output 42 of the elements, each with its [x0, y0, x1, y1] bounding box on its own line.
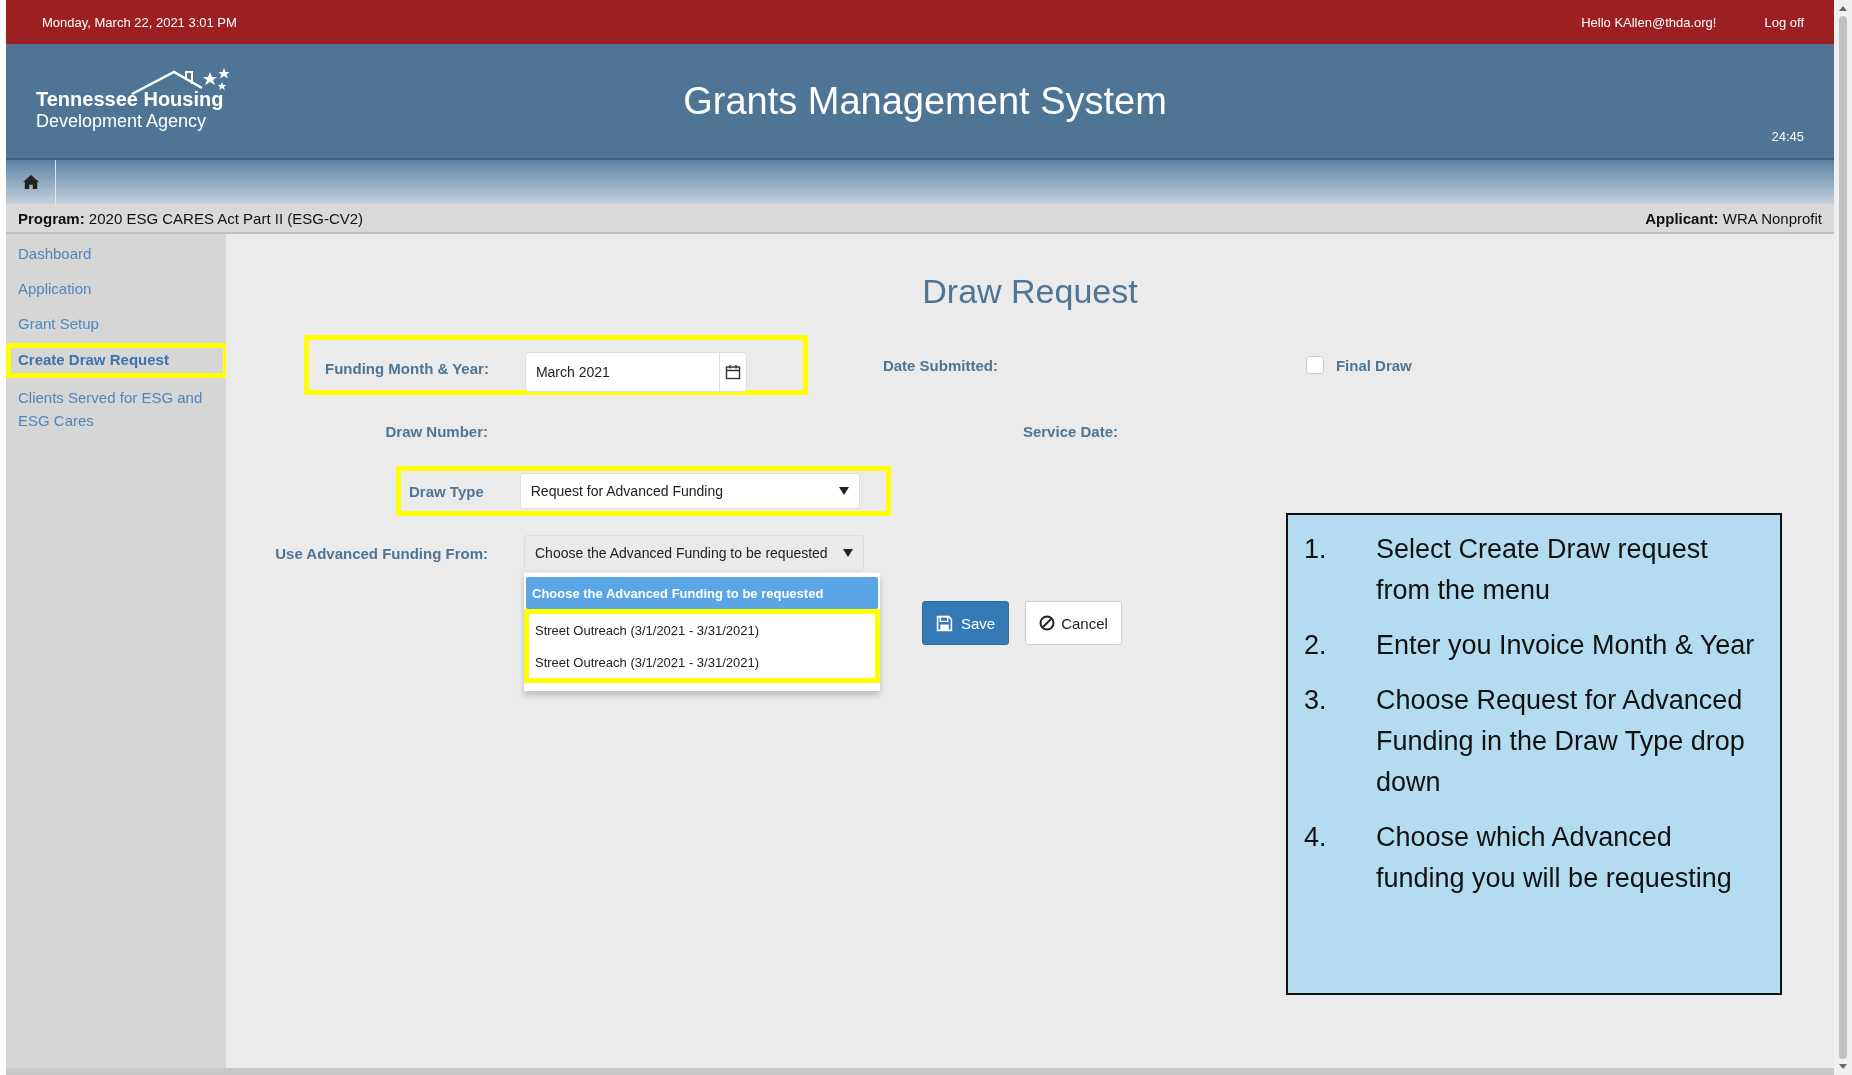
step-number: 4.	[1304, 821, 1328, 854]
step-number: 3.	[1304, 684, 1328, 717]
draw-type-select[interactable]: Request for Advanced Funding	[519, 473, 860, 509]
greeting-text: Hello KAllen@thda.org!	[1581, 14, 1717, 30]
caret-icon	[838, 487, 849, 495]
field-label: Funding Month & Year:	[325, 359, 489, 377]
calendar-icon	[724, 364, 741, 380]
step-text: Choose which Advanced funding you will be requesting	[1376, 821, 1733, 895]
cancel-icon	[1039, 615, 1056, 631]
step-number: 2.	[1304, 629, 1328, 662]
scroll-up-icon[interactable]	[1838, 4, 1848, 12]
cancel-button[interactable]: Cancel	[1025, 601, 1122, 645]
step-number: 1.	[1304, 533, 1328, 566]
checkbox-label: Final Draw	[1335, 356, 1412, 374]
scrollbar[interactable]	[1834, 0, 1852, 1075]
logo-title: Tennessee Housing	[36, 88, 224, 111]
field-label: Date Submitted:	[881, 356, 998, 374]
dropdown-option[interactable]: Street Outreach (3/1/2021 - 3/31/2021)	[529, 646, 875, 678]
program-text: Program: 2020 ESG CARES Act Part II (ESG-CV2)	[18, 209, 364, 227]
save-button[interactable]: Save	[922, 601, 1009, 645]
step-text: Enter you Invoice Month & Year	[1376, 629, 1755, 662]
field-label: Use Advanced Funding From:	[274, 545, 488, 562]
field-label: Draw Type	[409, 482, 484, 500]
step-text: Choose Request for Advanced Funding in the Draw Type drop down	[1376, 684, 1746, 799]
date-text: Monday, March 22, 2021 3:01 PM	[42, 14, 237, 30]
scroll-down-icon[interactable]	[1838, 1063, 1848, 1071]
final-draw-checkbox[interactable]	[1305, 356, 1324, 374]
dropdown-option[interactable]: Street Outreach (3/1/2021 - 3/31/2021)	[529, 614, 875, 646]
logoff-link[interactable]: Log off	[1764, 14, 1804, 30]
session-timer: 24:45	[1771, 129, 1804, 144]
logo-subtitle: Development Agency	[36, 111, 207, 132]
step-text: Select Create Draw request from the menu	[1376, 533, 1709, 607]
caret-icon	[843, 549, 853, 557]
advanced-funding-select[interactable]: Choose the Advanced Funding to be requested	[524, 535, 864, 571]
page-title: Draw Request	[921, 272, 1139, 311]
save-icon	[935, 614, 953, 632]
app-title: Grants Management System	[683, 79, 1167, 123]
home-icon	[21, 174, 40, 190]
field-label: Draw Number:	[384, 422, 488, 440]
date-field[interactable]: March 2021	[524, 352, 747, 392]
applicant-text: Applicant: WRA Nonprofit	[1645, 209, 1822, 227]
field-label: Service Date:	[1021, 422, 1118, 440]
